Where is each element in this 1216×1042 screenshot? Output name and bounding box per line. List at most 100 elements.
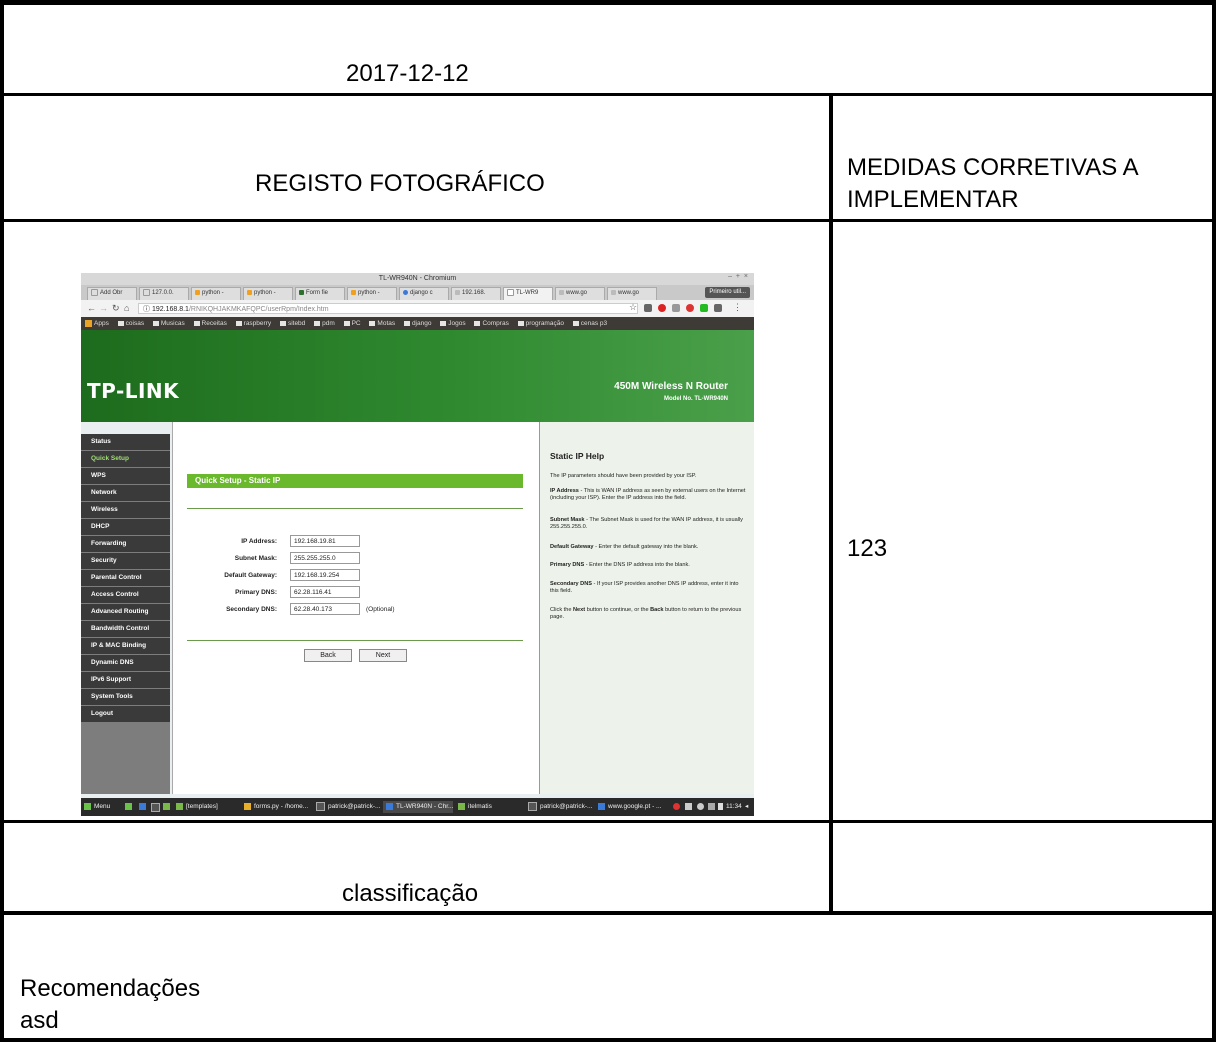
bookmark-folder[interactable]: Compras xyxy=(474,317,509,330)
menu-dots-icon[interactable]: ⋮ xyxy=(733,302,742,313)
tab[interactable]: www.go xyxy=(607,287,657,300)
menu-item-network[interactable]: Network xyxy=(81,485,170,501)
chromium-icon xyxy=(386,802,393,810)
menu-item-status[interactable]: Status xyxy=(81,434,170,450)
menu-icon xyxy=(84,802,91,810)
extension-icon[interactable] xyxy=(700,304,708,312)
menu-item-wireless[interactable]: Wireless xyxy=(81,502,170,518)
extension-icon[interactable] xyxy=(714,304,722,312)
url-input[interactable]: ⓘ 192.168.8.1/RNIKQHJAKMKAFQPC/userRpm/I… xyxy=(138,303,638,314)
start-menu-button[interactable]: Menu xyxy=(81,801,121,813)
bookmark-folder[interactable]: cenas p3 xyxy=(572,317,607,330)
menu-item-system-tools[interactable]: System Tools xyxy=(81,689,170,705)
extension-icon[interactable] xyxy=(672,304,680,312)
help-panel: Static IP Help The IP parameters should … xyxy=(539,422,754,794)
taskbar-item[interactable]: patrick@patrick-... xyxy=(313,801,381,813)
menu-item-logout[interactable]: Logout xyxy=(81,706,170,722)
desktop-icon[interactable] xyxy=(125,803,132,810)
tab[interactable]: 192.168. xyxy=(451,287,501,300)
help-intro: The IP parameters should have been provi… xyxy=(550,473,697,479)
tab-active[interactable]: TL-WR9 xyxy=(503,287,553,300)
network-icon[interactable] xyxy=(685,803,692,810)
extension-icon[interactable] xyxy=(686,304,694,312)
home-icon[interactable]: ⌂ xyxy=(124,303,129,313)
menu-item-access-control[interactable]: Access Control xyxy=(81,587,170,603)
bookmark-folder[interactable]: Motas xyxy=(369,317,395,330)
bookmark-apps[interactable]: Apps xyxy=(85,317,109,330)
extension-icon[interactable] xyxy=(658,304,666,312)
menu-item-ip-mac-binding[interactable]: IP & MAC Binding xyxy=(81,638,170,654)
help-secondary-dns: Secondary DNS - If your ISP provides ano… xyxy=(550,581,739,594)
clock[interactable]: 11:34 xyxy=(726,798,742,816)
menu-item-parental-control[interactable]: Parental Control xyxy=(81,570,170,586)
editor-icon xyxy=(244,802,251,810)
menu-item-advanced-routing[interactable]: Advanced Routing xyxy=(81,604,170,620)
bookmark-folder[interactable]: raspberry xyxy=(235,317,271,330)
tab[interactable]: python - xyxy=(243,287,293,300)
shield-icon[interactable] xyxy=(673,803,680,810)
subnet-mask-input[interactable]: 255.255.255.0 xyxy=(290,552,360,564)
taskbar-item[interactable]: patrick@patrick-... xyxy=(525,801,593,813)
terminal-launcher-icon[interactable] xyxy=(151,803,160,812)
menu-item-forwarding[interactable]: Forwarding xyxy=(81,536,170,552)
help-navigation: Click the Next button to continue, or th… xyxy=(550,607,742,620)
tab[interactable]: Form fie xyxy=(295,287,345,300)
forward-arrow-icon[interactable]: → xyxy=(99,303,108,313)
wifi-icon[interactable] xyxy=(708,803,715,810)
menu-item-dynamic-dns[interactable]: Dynamic DNS xyxy=(81,655,170,671)
taskbar-item-active[interactable]: TL-WR940N - Chr... xyxy=(383,801,453,813)
folder-icon xyxy=(369,320,376,326)
back-button[interactable]: Back xyxy=(304,649,352,662)
menu-item-bandwidth-control[interactable]: Bandwidth Control xyxy=(81,621,170,637)
menu-item-security[interactable]: Security xyxy=(81,553,170,569)
tab[interactable]: 127.0.0. xyxy=(139,287,189,300)
tab[interactable]: Add Obr xyxy=(87,287,137,300)
tab[interactable]: python - xyxy=(191,287,241,300)
tab[interactable]: django c xyxy=(399,287,449,300)
bookmark-folder[interactable]: sitebd xyxy=(279,317,305,330)
menu-item-dhcp[interactable]: DHCP xyxy=(81,519,170,535)
volume-icon[interactable]: ◂ xyxy=(745,798,748,816)
bookmark-folder[interactable]: Receitas xyxy=(193,317,227,330)
extension-icon[interactable] xyxy=(644,304,652,312)
menu-item-ipv6-support[interactable]: IPv6 Support xyxy=(81,672,170,688)
user-icon[interactable] xyxy=(697,803,704,810)
folder-icon xyxy=(314,320,321,326)
taskbar-item[interactable]: itelmatis xyxy=(455,801,515,813)
measures-value: 123 xyxy=(847,535,888,562)
default-gateway-input[interactable]: 192.168.19.254 xyxy=(290,569,360,581)
bookmark-folder[interactable]: Jogos xyxy=(440,317,466,330)
folder-icon xyxy=(343,320,350,326)
chromium-icon xyxy=(598,802,605,810)
taskbar-item[interactable]: www.google.pt - ... xyxy=(595,801,665,813)
tab[interactable]: python - xyxy=(347,287,397,300)
profile-button[interactable]: Primeiro util... xyxy=(705,287,750,298)
rule-row4 xyxy=(0,911,1216,915)
folder-icon xyxy=(279,320,286,326)
bookmark-folder[interactable]: django xyxy=(403,317,431,330)
bookmark-folder[interactable]: coisas xyxy=(117,317,144,330)
primary-dns-input[interactable]: 62.28.116.41 xyxy=(290,586,360,598)
secondary-dns-input[interactable]: 62.28.40.173 xyxy=(290,603,360,615)
files-launcher-icon[interactable] xyxy=(163,803,170,810)
star-icon[interactable]: ☆ xyxy=(629,302,637,313)
reload-icon[interactable]: ↻ xyxy=(112,303,120,314)
menu-item-wps[interactable]: WPS xyxy=(81,468,170,484)
help-subnet-mask: Subnet Mask - The Subnet Mask is used fo… xyxy=(550,517,743,530)
taskbar-item[interactable]: forms.py - /home... xyxy=(241,801,311,813)
bookmark-folder[interactable]: Musicas xyxy=(152,317,185,330)
ip-address-input[interactable]: 192.168.19.81 xyxy=(290,535,360,547)
bookmark-folder[interactable]: pdm xyxy=(314,317,335,330)
tab[interactable]: www.go xyxy=(555,287,605,300)
bookmark-folder[interactable]: PC xyxy=(343,317,361,330)
back-arrow-icon[interactable]: ← xyxy=(87,303,96,313)
border-left xyxy=(0,0,4,1042)
subnet-mask-label: Subnet Mask: xyxy=(234,555,277,562)
battery-icon[interactable] xyxy=(718,803,723,810)
browser-launcher-icon[interactable] xyxy=(139,803,146,810)
bookmark-folder[interactable]: programação xyxy=(517,317,564,330)
next-button[interactable]: Next xyxy=(359,649,407,662)
measures-header-line1: MEDIDAS CORRETIVAS A xyxy=(847,154,1139,181)
taskbar-item[interactable]: [templates] xyxy=(173,801,233,813)
menu-item-quick-setup[interactable]: Quick Setup xyxy=(81,451,170,467)
